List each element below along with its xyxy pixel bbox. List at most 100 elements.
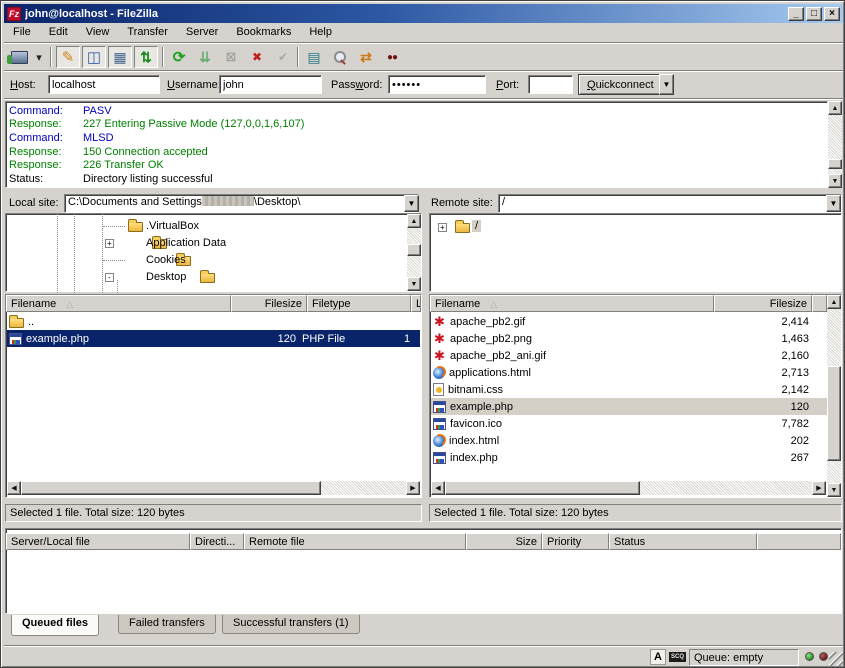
close-button[interactable]: × [824,7,840,21]
expand-icon[interactable]: + [105,239,114,248]
remote-row-selected[interactable]: example.php 120 [431,398,827,415]
port-label: Port: [496,79,519,91]
html-file-icon [433,435,445,447]
queue-col-status[interactable]: Status [609,533,757,550]
remote-row[interactable]: bitnami.css 2,142 [431,381,827,398]
expand-icon[interactable]: + [438,223,447,232]
gif-file-icon [433,315,446,328]
remote-row[interactable]: apache_pb2_ani.gif 2,160 [431,347,827,364]
log-scroll-down[interactable]: ▼ [828,174,842,188]
remote-list-scroll-track-h[interactable] [640,481,812,495]
local-list-scroll-track[interactable] [321,481,406,495]
local-list-scroll-thumb[interactable] [21,481,321,495]
menu-edit[interactable]: Edit [40,24,77,42]
directory-comparison-button[interactable] [328,46,352,68]
collapse-icon[interactable]: - [105,273,114,282]
tab-queued-files[interactable]: Queued files [11,615,99,636]
find-files-button[interactable] [380,46,404,68]
remote-list-scroll-down[interactable]: ▼ [827,483,841,497]
local-col-filetype[interactable]: Filetype [307,295,411,312]
tab-failed-transfers[interactable]: Failed transfers [118,615,216,634]
username-label: Username: [167,79,221,91]
site-manager-button[interactable] [7,46,31,68]
username-input[interactable] [219,75,322,94]
password-input[interactable] [388,75,486,94]
log-scroll-thumb[interactable] [828,159,842,169]
gif-file-icon [433,349,446,362]
menu-view[interactable]: View [77,24,119,42]
remote-col-filename[interactable]: Filename△ [430,295,714,312]
remote-row[interactable]: applications.html 2,713 [431,364,827,381]
folder-icon [128,222,143,232]
maximize-button[interactable]: □ [806,7,822,21]
host-input[interactable] [48,75,160,94]
remote-list-scroll-thumb-h[interactable] [445,481,640,495]
remote-list-scroll-thumb[interactable] [827,366,841,461]
tree-item-virtualbox[interactable]: .VirtualBox [146,220,199,232]
local-list-scroll-left[interactable]: ◀ [7,481,21,495]
local-col-filesize[interactable]: Filesize [231,295,307,312]
menu-server[interactable]: Server [177,24,227,42]
menu-transfer[interactable]: Transfer [118,24,177,42]
toggle-transfer-queue-button[interactable] [134,46,158,68]
toggle-message-log-button[interactable] [56,46,80,68]
local-tree-scroll-thumb[interactable] [407,244,421,256]
remote-site-combo[interactable]: / [498,194,842,213]
remote-site-dropdown[interactable]: ▼ [826,195,841,212]
quickconnect-dropdown-button[interactable]: ▼ [659,74,674,95]
remote-row[interactable]: index.html 202 [431,432,827,449]
log-line: Status:Directory listing successful [9,172,827,186]
remote-list-scroll-right[interactable]: ▶ [812,481,826,495]
filter-button[interactable] [302,46,326,68]
site-manager-icon [11,51,28,64]
queue-col-direction[interactable]: Directi... [190,533,244,550]
synchronized-browsing-button[interactable] [354,46,378,68]
local-tree-scroll-up[interactable]: ▲ [407,214,421,228]
menu-file[interactable]: File [4,24,40,42]
resize-grip[interactable] [829,652,843,666]
local-list-scroll-right[interactable]: ▶ [406,481,420,495]
filezilla-logo-icon: Fz [7,7,21,21]
tree-item-root[interactable]: / [472,220,481,232]
tree-item-desktop[interactable]: Desktop [146,271,186,283]
tree-item-application-data[interactable]: Application Data [146,237,226,249]
remote-row[interactable]: apache_pb2.png 1,463 [431,330,827,347]
remote-row[interactable]: apache_pb2.gif 2,414 [431,313,827,330]
local-row-parent[interactable]: .. [7,313,420,330]
queue-col-remote-file[interactable]: Remote file [244,533,466,550]
remote-col-filesize[interactable]: Filesize [714,295,812,312]
toggle-local-tree-button[interactable] [82,46,106,68]
disconnect-button[interactable] [245,46,269,68]
local-site-dropdown[interactable]: ▼ [404,195,419,212]
local-site-combo[interactable]: C:\Documents and Settings\Desktop\ [64,194,419,213]
toggle-remote-tree-button[interactable] [108,46,132,68]
cancel-operation-button[interactable] [219,46,243,68]
remote-row[interactable]: favicon.ico 7,782 [431,415,827,432]
local-col-filename[interactable]: Filename△ [6,295,231,312]
queue-col-size[interactable]: Size [466,533,542,550]
menu-bookmarks[interactable]: Bookmarks [227,24,300,42]
title-bar[interactable]: Fz john@localhost - FileZilla _ □ × [4,4,843,23]
quickconnect-button[interactable]: Quickconnect [578,74,663,95]
remote-list-scroll-up[interactable]: ▲ [827,295,841,309]
process-queue-button[interactable] [193,46,217,68]
menu-help[interactable]: Help [300,24,341,42]
refresh-button[interactable] [167,46,191,68]
queue-col-filler [757,533,841,550]
tree-item-cookies[interactable]: Cookies [146,254,186,266]
remote-list-scroll-left[interactable]: ◀ [431,481,445,495]
minimize-button[interactable]: _ [788,7,804,21]
local-row-example-php[interactable]: example.php 120 PHP File 1 [7,330,420,347]
site-manager-dropdown-button[interactable]: ▾ [32,46,46,68]
local-tree-scroll-down[interactable]: ▼ [407,277,421,291]
log-scroll-up[interactable]: ▲ [828,101,842,115]
folder-icon [200,273,215,283]
local-col-lastmodified[interactable]: L [411,295,421,312]
activity-led-green-icon [805,652,814,661]
remote-row[interactable]: index.php 267 [431,449,827,466]
port-input[interactable] [528,75,573,94]
tab-successful-transfers[interactable]: Successful transfers (1) [222,615,360,634]
reconnect-button[interactable] [271,46,295,68]
queue-col-priority[interactable]: Priority [542,533,609,550]
queue-col-server-local-file[interactable]: Server/Local file [6,533,190,550]
